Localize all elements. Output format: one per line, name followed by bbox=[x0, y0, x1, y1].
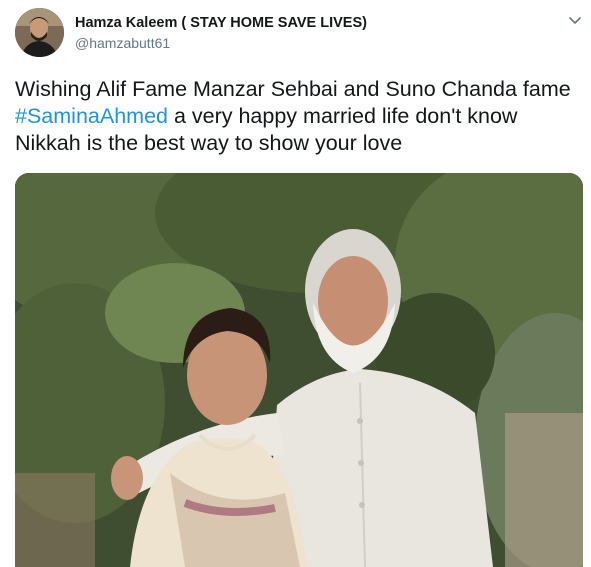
tweet-text: Wishing Alif Fame Manzar Sehbai and Suno… bbox=[15, 76, 581, 157]
tweet-text-part1: Wishing Alif Fame Manzar Sehbai and Suno… bbox=[15, 77, 571, 101]
author-handle[interactable]: @hamzabutt61 bbox=[75, 35, 170, 51]
tweet-menu-button[interactable] bbox=[565, 11, 585, 31]
author-name[interactable]: Hamza Kaleem ( STAY HOME SAVE LIVES) bbox=[75, 15, 367, 31]
tweet-photo[interactable] bbox=[15, 173, 583, 567]
hashtag-link[interactable]: #SaminaAhmed bbox=[15, 104, 168, 128]
chevron-down-icon bbox=[569, 12, 581, 30]
author-avatar[interactable] bbox=[15, 8, 64, 57]
tweet-card: Hamza Kaleem ( STAY HOME SAVE LIVES) @ha… bbox=[0, 0, 591, 567]
